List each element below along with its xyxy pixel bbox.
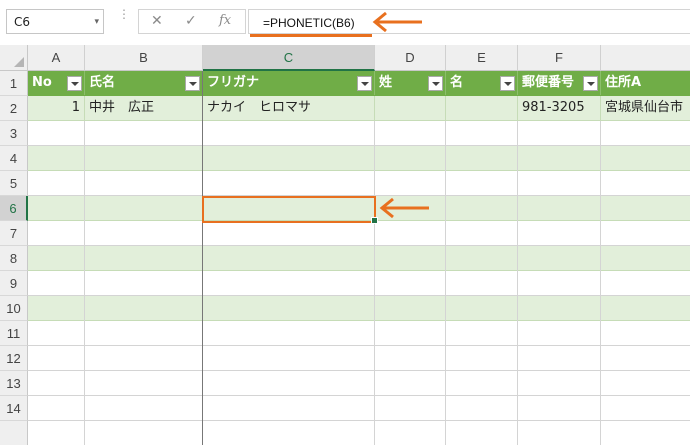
cell-e2[interactable] <box>446 96 518 120</box>
filter-button-icon[interactable] <box>357 76 372 91</box>
table-row[interactable] <box>28 271 690 296</box>
column-header-c[interactable]: C <box>203 45 375 71</box>
row-header-selected[interactable]: 6 <box>0 196 28 221</box>
row-header[interactable]: 4 <box>0 146 28 171</box>
cell-d2[interactable] <box>375 96 446 120</box>
row-header[interactable]: 12 <box>0 346 28 371</box>
arrow-left-icon <box>372 11 422 33</box>
table-row[interactable] <box>28 146 690 171</box>
table-row[interactable] <box>28 321 690 346</box>
formula-buttons: ✕ ✓ fx <box>138 9 246 34</box>
cell-b2[interactable]: 中井 広正 <box>85 96 203 120</box>
filter-button-icon[interactable] <box>67 76 82 91</box>
row-header[interactable]: 3 <box>0 121 28 146</box>
table-row[interactable] <box>28 246 690 271</box>
header-cell-address[interactable]: 住所A <box>601 71 690 95</box>
row-header[interactable]: 1 <box>0 71 28 96</box>
row-header[interactable]: 8 <box>0 246 28 271</box>
row-header[interactable]: 7 <box>0 221 28 246</box>
column-header-f[interactable]: F <box>518 45 601 71</box>
selected-cell-c6[interactable] <box>202 196 376 223</box>
table-row[interactable] <box>28 121 690 146</box>
cell-g2[interactable]: 宮城県仙台市 <box>601 96 690 120</box>
formula-bar: C6 ▾ ⋮ ✕ ✓ fx =PHONETIC(B6) <box>0 0 690 45</box>
enter-icon[interactable]: ✓ <box>185 13 197 29</box>
column-header-b[interactable]: B <box>85 45 203 71</box>
formula-highlight-underline <box>250 34 372 37</box>
name-box-value: C6 <box>14 15 31 29</box>
row-header[interactable]: 2 <box>0 96 28 121</box>
worksheet-grid[interactable]: A B C D E F G 1 2 3 4 5 6 7 8 9 10 11 12… <box>0 45 690 445</box>
dropdown-arrow-icon[interactable]: ▾ <box>94 17 99 27</box>
cell-f2[interactable]: 981-3205 <box>518 96 601 120</box>
drag-handle-icon[interactable]: ⋮ <box>118 8 130 20</box>
table-row[interactable] <box>28 221 690 246</box>
arrow-left-icon <box>379 197 429 219</box>
column-header-d[interactable]: D <box>375 45 446 71</box>
formula-input[interactable]: =PHONETIC(B6) <box>248 9 690 34</box>
row-header[interactable] <box>0 421 28 445</box>
header-cell-name[interactable]: 氏名 <box>85 71 203 95</box>
function-icon[interactable]: fx <box>219 13 231 28</box>
filter-button-icon[interactable] <box>428 76 443 91</box>
filter-button-icon[interactable] <box>583 76 598 91</box>
header-cell-sei[interactable]: 姓 <box>375 71 446 95</box>
table-row[interactable] <box>28 171 690 196</box>
table-row[interactable] <box>28 346 690 371</box>
header-cell-postal[interactable]: 郵便番号 <box>518 71 601 95</box>
cell-c2[interactable]: ナカイ ヒロマサ <box>203 96 375 120</box>
column-header-a[interactable]: A <box>28 45 85 71</box>
select-all-button[interactable] <box>0 45 28 71</box>
row-header[interactable]: 13 <box>0 371 28 396</box>
column-header-e[interactable]: E <box>446 45 518 71</box>
filter-button-icon[interactable] <box>185 76 200 91</box>
cell-a2[interactable]: 1 <box>28 96 85 120</box>
name-box[interactable]: C6 ▾ <box>6 9 104 34</box>
table-row[interactable] <box>28 421 690 445</box>
header-cell-furigana[interactable]: フリガナ <box>203 71 375 95</box>
header-cell-no[interactable]: No <box>28 71 85 95</box>
column-header-g[interactable]: G <box>601 45 690 71</box>
table-header-row: No 氏名 フリガナ 姓 名 郵便番号 住所A <box>28 71 690 96</box>
cancel-icon[interactable]: ✕ <box>151 13 163 29</box>
table-row[interactable] <box>28 371 690 396</box>
table-row: 1 中井 広正 ナカイ ヒロマサ 981-3205 宮城県仙台市 <box>28 96 690 121</box>
formula-text: =PHONETIC(B6) <box>263 16 355 30</box>
header-cell-mei[interactable]: 名 <box>446 71 518 95</box>
row-header[interactable]: 5 <box>0 171 28 196</box>
row-header[interactable]: 10 <box>0 296 28 321</box>
row-header[interactable]: 11 <box>0 321 28 346</box>
table-column-border <box>202 71 203 445</box>
row-header[interactable]: 9 <box>0 271 28 296</box>
table-row[interactable] <box>28 396 690 421</box>
filter-button-icon[interactable] <box>500 76 515 91</box>
row-header[interactable]: 14 <box>0 396 28 421</box>
table-row[interactable] <box>28 296 690 321</box>
